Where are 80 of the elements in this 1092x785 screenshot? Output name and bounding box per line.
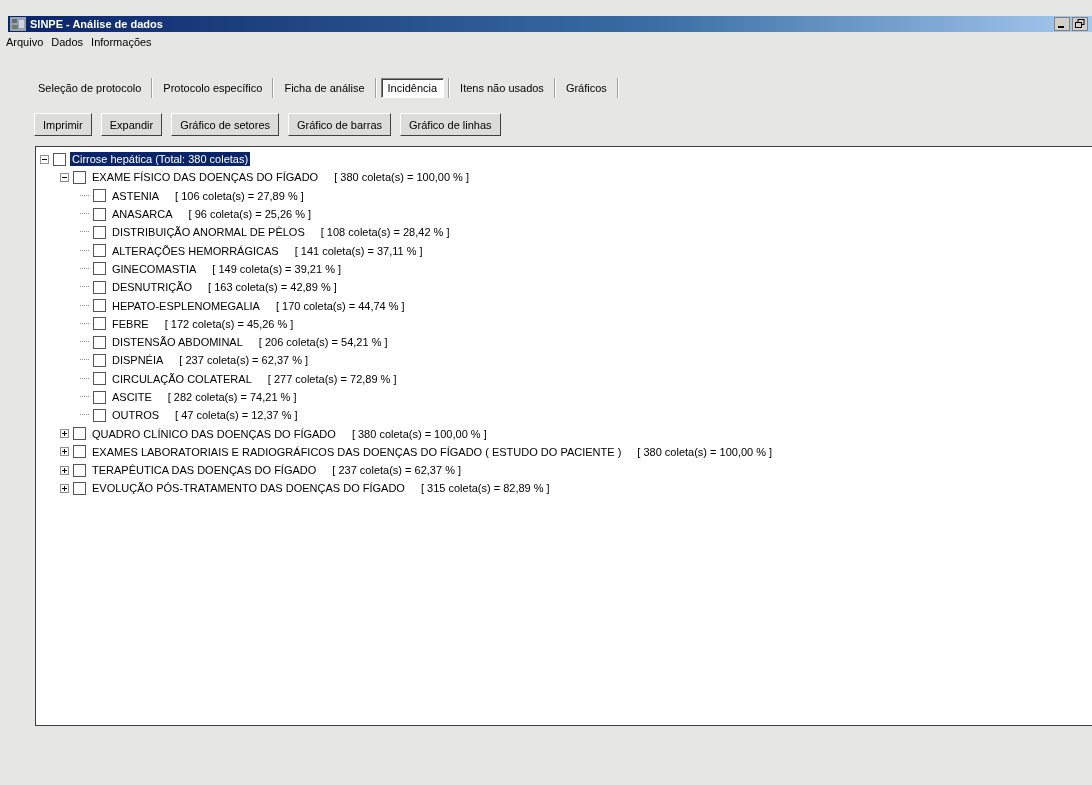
tree-item-count: [ 106 coleta(s) = 27,89 % ] xyxy=(175,189,304,202)
restore-icon[interactable] xyxy=(1072,17,1088,31)
collapse-icon[interactable] xyxy=(40,154,49,164)
tree-item-count: [ 170 coleta(s) = 44,74 % ] xyxy=(275,299,405,312)
tree-item-count: [ 380 coleta(s) = 100,00 % ] xyxy=(637,445,773,458)
tree-item-count: [ 380 coleta(s) = 100,00 % ] xyxy=(351,427,487,440)
checkbox[interactable] xyxy=(93,299,106,312)
minimize-icon[interactable] xyxy=(1054,17,1070,31)
checkbox[interactable] xyxy=(93,408,106,422)
tree-item-label[interactable]: DISPNÉIA xyxy=(110,353,166,368)
checkbox[interactable] xyxy=(93,317,106,331)
checkbox[interactable] xyxy=(73,463,86,477)
checkbox[interactable] xyxy=(93,244,106,258)
tree-item-count: [ 141 coleta(s) = 37,11 % ] xyxy=(294,244,423,257)
tree-item-label[interactable]: EVOLUÇÃO PÓS-TRATAMENTO DAS DOENÇAS DO FÍGADO xyxy=(90,481,407,496)
tab[interactable]: Ficha de análise xyxy=(278,79,371,97)
tab[interactable]: Seleção de protocolo xyxy=(32,79,148,97)
checkbox[interactable] xyxy=(73,170,86,184)
checkbox[interactable] xyxy=(93,225,106,239)
tree-item-label[interactable]: ASTENIA xyxy=(110,188,162,203)
expand-icon[interactable] xyxy=(60,429,69,439)
tree-item-count: [ 47 coleta(s) = 12,37 % ] xyxy=(175,409,298,422)
tree-item-label[interactable]: DESNUTRIÇÃO xyxy=(110,280,195,295)
tree-item-label[interactable]: QUADRO CLÍNICO DAS DOENÇAS DO FÍGADO xyxy=(90,426,338,441)
checkbox[interactable] xyxy=(93,189,106,203)
tree-item-label[interactable]: EXAME FÍSICO DAS DOENÇAS DO FÍGADO xyxy=(90,170,321,185)
menu-item[interactable]: Dados xyxy=(51,36,84,48)
tree-item-label[interactable]: ASCITE xyxy=(110,390,154,404)
checkbox[interactable] xyxy=(53,152,66,166)
tree-item-count: [ 172 coleta(s) = 45,26 % ] xyxy=(164,317,294,330)
expand-icon[interactable] xyxy=(60,484,69,493)
window-title: SINPE - Análise de dados xyxy=(30,18,163,30)
tree-item-count: [ 315 coleta(s) = 82,89 % ] xyxy=(420,482,550,495)
toolbar-button[interactable]: Gráfico de barras xyxy=(288,113,391,136)
app-icon xyxy=(10,17,26,31)
toolbar-button[interactable]: Expandir xyxy=(100,113,163,136)
checkbox[interactable] xyxy=(93,372,106,386)
menu-item[interactable]: Informações xyxy=(91,36,152,48)
tree-item-label[interactable]: DISTRIBUIÇÃO ANORMAL DE PÊLOS xyxy=(110,225,307,240)
toolbar-button[interactable]: Gráfico de linhas xyxy=(400,113,501,136)
checkbox[interactable] xyxy=(93,207,106,221)
tree-item-count: [ 237 coleta(s) = 62,37 % ] xyxy=(332,464,462,477)
tree-item-label[interactable]: HEPATO-ESPLENOMEGALIA xyxy=(110,298,262,313)
tab[interactable]: Incidência xyxy=(380,78,445,98)
tree-item-label[interactable]: ANASARCA xyxy=(110,207,175,222)
toolbar-button[interactable]: Imprimir xyxy=(34,113,92,136)
checkbox[interactable] xyxy=(93,280,106,294)
expand-icon[interactable] xyxy=(60,465,69,475)
menu-item[interactable]: Arquivo xyxy=(6,36,44,48)
tree-item-count: [ 206 coleta(s) = 54,21 % ] xyxy=(258,336,388,349)
tab[interactable]: Itens não usados xyxy=(454,79,550,97)
checkbox[interactable] xyxy=(73,482,86,495)
tree-item-count: [ 282 coleta(s) = 74,21 % ] xyxy=(167,391,297,403)
tree-item-label[interactable]: OUTROS xyxy=(110,408,162,423)
checkbox[interactable] xyxy=(93,390,106,404)
tree-item-count: [ 380 coleta(s) = 100,00 % ] xyxy=(334,171,469,184)
tree-item-label[interactable]: ALTERAÇÕES HEMORRÁGICAS xyxy=(110,243,281,258)
checkbox[interactable] xyxy=(73,427,86,441)
checkbox[interactable] xyxy=(93,262,106,276)
checkbox[interactable] xyxy=(73,445,86,459)
tree-item-label[interactable]: GINECOMASTIA xyxy=(110,261,199,276)
tab[interactable]: Gráficos xyxy=(559,79,613,97)
tree-item-count: [ 149 coleta(s) = 39,21 % ] xyxy=(212,262,342,275)
tree-item-label[interactable]: DISTENSÃO ABDOMINAL xyxy=(110,335,245,350)
collapse-icon[interactable] xyxy=(60,172,69,182)
checkbox[interactable] xyxy=(93,353,106,367)
checkbox[interactable] xyxy=(93,335,106,349)
tree-item-label[interactable]: FEBRE xyxy=(110,316,151,331)
tree-item-label[interactable]: TERAPÊUTICA DAS DOENÇAS DO FÍGADO xyxy=(90,463,319,478)
expand-icon[interactable] xyxy=(60,447,69,457)
tree-item-label[interactable]: CIRCULAÇÃO COLATERAL xyxy=(110,371,254,386)
tab[interactable]: Protocolo específico xyxy=(157,79,269,97)
tree-item-count: [ 163 coleta(s) = 42,89 % ] xyxy=(208,281,337,294)
tree-item-count: [ 277 coleta(s) = 72,89 % ] xyxy=(267,372,397,385)
tree-item-count: [ 237 coleta(s) = 62,37 % ] xyxy=(179,354,309,367)
tree-item-count: [ 96 coleta(s) = 25,26 % ] xyxy=(188,208,312,221)
tree-item-label[interactable]: EXAMES LABORATORIAIS E RADIOGRÁFICOS DAS DOENÇAS DO FÍGADO ( ESTUDO DO PACIENTE ) xyxy=(90,444,624,459)
toolbar-button[interactable]: Gráfico de setores xyxy=(171,113,279,136)
tree-item-label[interactable]: Cirrose hepática (Total: 380 coletas) xyxy=(70,152,251,167)
tree-item-count: [ 108 coleta(s) = 28,42 % ] xyxy=(320,226,450,239)
